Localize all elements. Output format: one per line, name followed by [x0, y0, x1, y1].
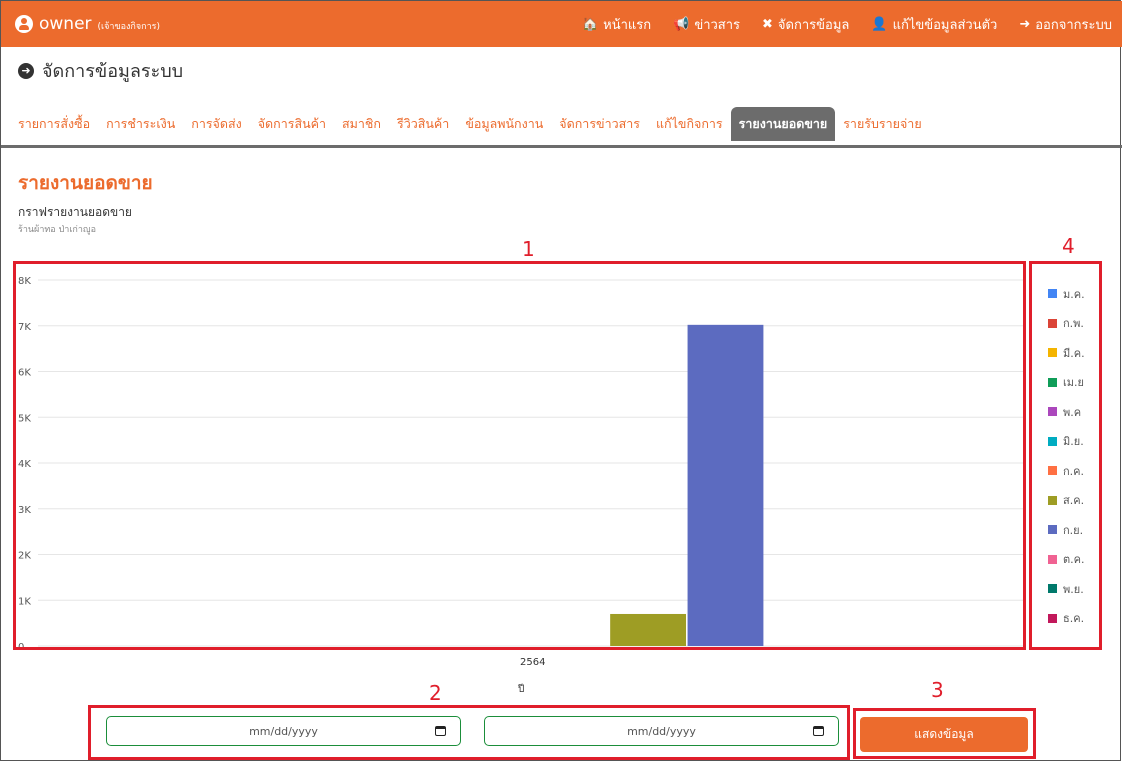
nav-edit-profile[interactable]: 👤 แก้ไขข้อมูลส่วนตัว	[871, 14, 997, 35]
megaphone-icon: 📢	[673, 16, 690, 32]
home-icon: 🏠	[581, 16, 599, 32]
tab-item[interactable]: รีวิวสินค้า	[389, 107, 457, 141]
nav-news[interactable]: 📢 ข่าวสาร	[673, 14, 740, 35]
tab-item[interactable]: จัดการสินค้า	[250, 107, 334, 141]
annotation-box-dates	[88, 705, 850, 760]
nav-label: ออกจากระบบ	[1035, 17, 1112, 33]
report-subtitle: กราฟรายงานยอดขาย	[18, 205, 132, 219]
tab-underline	[1, 145, 1122, 148]
tab-item[interactable]: ข้อมูลพนักงาน	[457, 107, 551, 141]
shop-name: ร้านผ้าทอ ป่าเก่าญูอ	[18, 225, 96, 235]
tab-item[interactable]: รายงานยอดขาย	[730, 107, 836, 141]
tab-item[interactable]: จัดการข่าวสาร	[551, 107, 648, 141]
nav-label: ข่าวสาร	[694, 17, 741, 33]
brand-role: (เจ้าของกิจการ)	[97, 22, 160, 32]
annotation-number-2: 2	[429, 681, 442, 705]
x-tick-label: 2564	[520, 657, 546, 668]
tab-item[interactable]: สมาชิก	[334, 107, 389, 141]
page-header: ➜ จัดการข้อมูลระบบ	[18, 56, 183, 85]
nav-label: แก้ไขข้อมูลส่วนตัว	[892, 17, 998, 33]
nav-label: หน้าแรก	[603, 17, 652, 33]
nav-home[interactable]: 🏠 หน้าแรก	[582, 14, 651, 35]
nav-manage-data[interactable]: ✖ จัดการข้อมูล	[762, 14, 849, 35]
tab-item[interactable]: การชำระเงิน	[98, 107, 183, 141]
x-axis-title: ปี	[518, 684, 525, 695]
annotation-number-3: 3	[931, 678, 944, 702]
annotation-box-legend	[1029, 261, 1102, 650]
top-navbar: owner (เจ้าของกิจการ) 🏠 หน้าแรก 📢 ข่าวสา…	[1, 1, 1122, 47]
tab-item[interactable]: แก้ไขกิจการ	[648, 107, 731, 141]
tools-icon: ✖	[762, 16, 773, 32]
nav-label: จัดการข้อมูล	[777, 17, 850, 33]
annotation-box-button	[853, 708, 1036, 759]
tab-bar: รายการสั่งซื้อ การชำระเงิน การจัดส่ง จัดการ…	[18, 107, 930, 141]
nav-logout[interactable]: ➜ ออกจากระบบ	[1019, 14, 1112, 35]
annotation-number-1: 1	[522, 237, 535, 261]
tab-item[interactable]: รายการสั่งซื้อ	[18, 107, 98, 141]
top-nav: 🏠 หน้าแรก 📢 ข่าวสาร ✖ จัดการข้อมูล 👤 แก้…	[582, 1, 1112, 47]
tab-item[interactable]: การจัดส่ง	[183, 107, 249, 141]
annotation-box-chart	[13, 261, 1026, 650]
arrow-circle-right-icon: ➜	[18, 62, 34, 79]
sign-out-icon: ➜	[1019, 16, 1031, 32]
brand-name: owner	[39, 14, 92, 34]
page-title: จัดการข้อมูลระบบ	[42, 61, 184, 82]
report-title: รายงานยอดขาย	[18, 172, 153, 194]
annotation-number-4: 4	[1062, 234, 1075, 258]
brand[interactable]: owner (เจ้าของกิจการ)	[15, 14, 160, 34]
user-edit-icon: 👤	[871, 16, 888, 32]
tab-item[interactable]: รายรับรายจ่าย	[835, 107, 929, 141]
user-circle-icon	[15, 15, 33, 33]
